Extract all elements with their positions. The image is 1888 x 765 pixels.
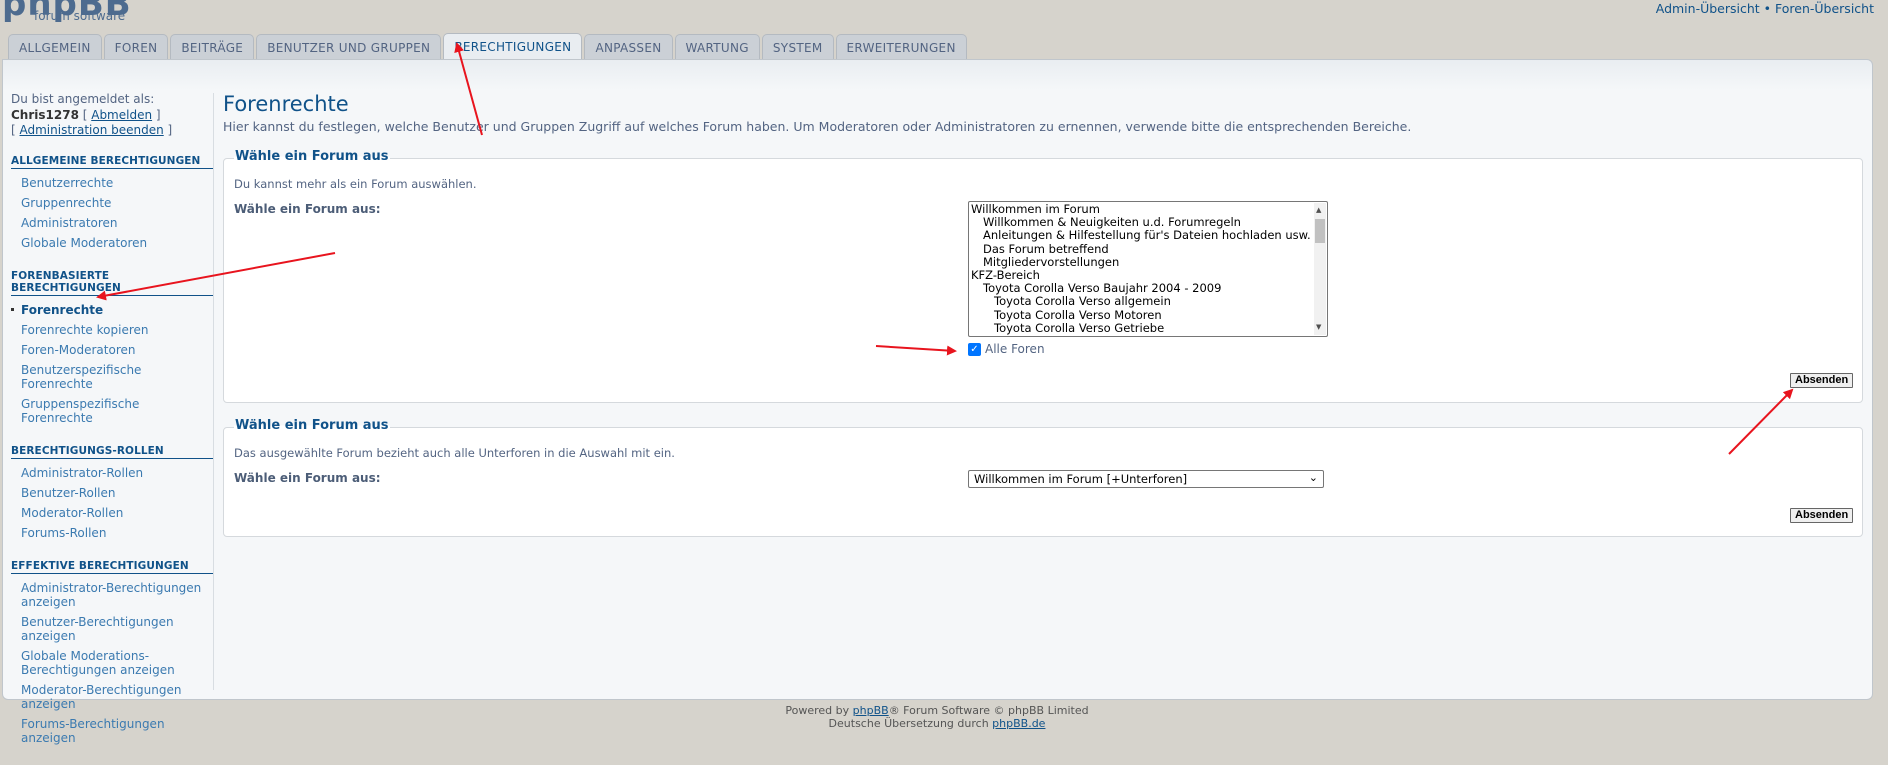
tab-anpassen[interactable]: ANPASSEN [584,34,673,60]
forum-multiselect-fieldset: Wähle ein Forum aus Du kannst mehr als e… [223,149,1863,403]
page-title: Forenrechte [223,92,349,116]
phpbb-link[interactable]: phpBB [853,704,889,717]
forum-subforum-fieldset: Wähle ein Forum aus Das ausgewählte Foru… [223,418,1863,537]
scrollbar-thumb[interactable] [1315,219,1325,243]
content-header: Forenrechte Hier kannst du festlegen, we… [223,92,1863,134]
logo-subtext: forum software [34,9,126,23]
tab-system[interactable]: SYSTEM [761,34,834,60]
sidebar-section-rollen: BERECHTIGUNGS-ROLLEN Administrator-Rolle… [11,445,213,543]
sidebar-divider [213,93,214,690]
tab-wartung[interactable]: WARTUNG [674,34,760,60]
all-forums-checkbox[interactable]: ✓ [968,342,981,356]
sidebar-section-title: BERECHTIGUNGS-ROLLEN [11,445,213,459]
forum-overview-link[interactable]: Foren-Übersicht [1775,1,1874,16]
page-description: Hier kannst du festlegen, welche Benutze… [223,119,1412,134]
forum-option[interactable]: Das Forum betreffend [971,242,1327,256]
logged-as-label: Du bist angemeldet als: [11,92,155,106]
main-tabs: ALLGEMEIN FOREN BEITRÄGE BENUTZER UND GR… [8,33,967,60]
scroll-down-icon[interactable]: ▼ [1316,321,1321,334]
top-links-separator: • [1759,1,1776,16]
fieldset-legend: Wähle ein Forum aus [234,149,390,164]
forum-option[interactable]: Anleitungen & Hilfestellung für's Dateie… [971,229,1327,242]
footer: Powered by phpBB® Forum Software © phpBB… [0,704,1874,730]
username: Chris1278 [11,107,79,122]
phpbb-logo[interactable]: phpBB forum software [2,0,172,24]
listbox-scrollbar[interactable]: ▲ ▼ [1314,203,1326,335]
sidebar-item-administrator-rollen[interactable]: Administrator-Rollen [11,463,213,483]
sidebar-item-benutzer-rollen[interactable]: Benutzer-Rollen [11,483,213,503]
sidebar-section-title: ALLGEMEINE BERECHTIGUNGEN [11,155,213,169]
top-links: Admin-Übersicht • Foren-Übersicht [1656,1,1874,16]
sidebar: Du bist angemeldet als: Chris1278 [ Abme… [11,92,213,748]
submit-button[interactable]: Absenden [1790,508,1854,523]
footer-text: ® Forum Software © phpBB Limited [888,704,1089,717]
all-forums-row: ✓ Alle Foren [968,342,1045,356]
sidebar-item-globale-moderatoren[interactable]: Globale Moderatoren [11,233,213,253]
forum-select-label: Wähle ein Forum aus: [234,471,381,485]
tab-benutzer-und-gruppen[interactable]: BENUTZER UND GRUPPEN [256,34,442,60]
all-forums-label[interactable]: Alle Foren [985,342,1045,356]
sidebar-section-allgemein: ALLGEMEINE BERECHTIGUNGEN Benutzerrechte… [11,155,213,253]
scroll-up-icon[interactable]: ▲ [1316,204,1321,217]
sidebar-section-forenbasiert: FORENBASIERTE BERECHTIGUNGEN Forenrechte… [11,270,213,428]
footer-text: Deutsche Übersetzung durch [828,717,993,730]
forum-dropdown[interactable]: Willkommen im Forum [+Unterforen] ⌄ [968,470,1324,488]
sidebar-item-forums-rollen[interactable]: Forums-Rollen [11,523,213,543]
forum-multiselect[interactable]: Willkommen im Forum Willkommen & Neuigke… [968,201,1328,337]
sidebar-item-forenrechte-kopieren[interactable]: Forenrechte kopieren [11,320,213,340]
tab-allgemein[interactable]: ALLGEMEIN [8,34,102,60]
fieldset-explain: Das ausgewählte Forum bezieht auch alle … [234,446,675,460]
admin-overview-link[interactable]: Admin-Übersicht [1656,1,1760,16]
sidebar-section-title: FORENBASIERTE BERECHTIGUNGEN [11,270,213,296]
sidebar-item-forenrechte[interactable]: Forenrechte [11,300,213,320]
end-admin-link[interactable]: Administration beenden [20,123,164,137]
fieldset-legend: Wähle ein Forum aus [234,418,390,433]
sidebar-item-benutzerrechte[interactable]: Benutzerrechte [11,173,213,193]
forum-dropdown-value: Willkommen im Forum [+Unterforen] [974,472,1188,486]
forum-option[interactable]: Toyota Corolla Verso Getriebe [971,321,1327,335]
fieldset-explain: Du kannst mehr als ein Forum auswählen. [234,177,477,191]
phpbb-de-link[interactable]: phpBB.de [992,717,1045,730]
forum-option[interactable]: Toyota Corolla Verso allgemein [971,295,1327,308]
forum-option[interactable]: Toyota Corolla Verso Motoren [971,308,1327,322]
sidebar-item-benutzer-berechtigungen-anzeigen[interactable]: Benutzer-Berechtigungen anzeigen [11,612,213,646]
sidebar-item-benutzerspezifische-forenrechte[interactable]: Benutzerspezifische Forenrechte [11,360,213,394]
sidebar-item-gruppenspezifische-forenrechte[interactable]: Gruppenspezifische Forenrechte [11,394,213,428]
submit-button[interactable]: Absenden [1790,373,1854,388]
sidebar-item-gruppenrechte[interactable]: Gruppenrechte [11,193,213,213]
sidebar-item-foren-moderatoren[interactable]: Foren-Moderatoren [11,340,213,360]
sidebar-item-globale-mod-berechtigungen-anzeigen[interactable]: Globale Moderations-Berechtigungen anzei… [11,646,213,680]
tab-erweiterungen[interactable]: ERWEITERUNGEN [835,34,967,60]
tab-foren[interactable]: FOREN [103,34,169,60]
tab-beitraege[interactable]: BEITRÄGE [170,34,255,60]
tab-berechtigungen[interactable]: BERECHTIGUNGEN [443,33,583,60]
chevron-down-icon: ⌄ [1308,471,1318,484]
footer-text: Powered by [785,704,853,717]
sidebar-item-moderator-rollen[interactable]: Moderator-Rollen [11,503,213,523]
logout-link[interactable]: Abmelden [91,108,152,122]
forum-select-label: Wähle ein Forum aus: [234,202,381,216]
sidebar-item-admin-berechtigungen-anzeigen[interactable]: Administrator-Berechtigungen anzeigen [11,578,213,612]
login-info: Du bist angemeldet als: Chris1278 [ Abme… [11,92,213,139]
sidebar-item-administratoren[interactable]: Administratoren [11,213,213,233]
sidebar-section-title: EFFEKTIVE BERECHTIGUNGEN [11,560,213,574]
